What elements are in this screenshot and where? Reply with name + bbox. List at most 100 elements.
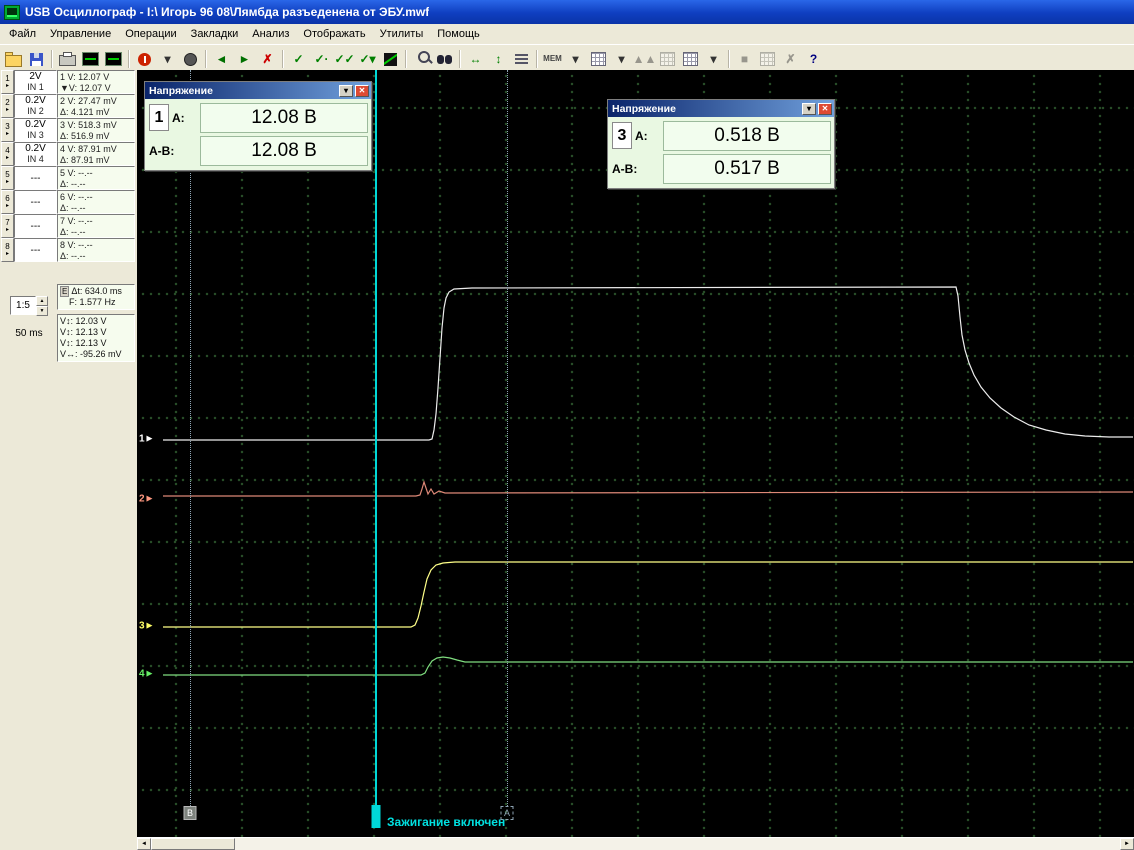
menu-item-7[interactable]: Утилиты bbox=[373, 26, 431, 42]
voltage-panel-2-ab-value: 0.517 В bbox=[663, 154, 831, 184]
compression-spin-buttons: ▲ ▼ bbox=[36, 296, 48, 315]
sidebar-lower-right: E Δt: 634.0 ms F: 1.577 Hz V↕: 12.03 VV↕… bbox=[57, 262, 135, 362]
spin-up-icon[interactable]: ▲ bbox=[36, 296, 48, 306]
channel-8-range-cell[interactable]: --- bbox=[14, 238, 57, 262]
diagonal-tool-button-icon bbox=[384, 53, 397, 66]
delete-bookmark-button[interactable]: ✗ bbox=[256, 48, 279, 70]
voltmeter-panel-button[interactable] bbox=[79, 48, 102, 70]
record-button[interactable] bbox=[179, 48, 202, 70]
channel-4-button[interactable]: 4▸ bbox=[1, 142, 14, 166]
channel-7-range-cell[interactable]: --- bbox=[14, 214, 57, 238]
channel-7-expand-icon: ▸ bbox=[6, 227, 9, 233]
stop-acquisition-button[interactable] bbox=[133, 48, 156, 70]
marker-a-line[interactable] bbox=[507, 70, 508, 806]
mem-button[interactable]: MEM bbox=[541, 48, 564, 70]
channel-5-button[interactable]: 5▸ bbox=[1, 166, 14, 190]
channel-8-delta: Δ: --.-- bbox=[60, 251, 134, 262]
verify-button[interactable]: ✓ bbox=[287, 48, 310, 70]
help-button[interactable]: ? bbox=[802, 48, 825, 70]
channel-6-button[interactable]: 6▸ bbox=[1, 190, 14, 214]
channel-1-button[interactable]: 1▸ bbox=[1, 70, 14, 94]
save-button[interactable] bbox=[25, 48, 48, 70]
channel-6-range-cell[interactable]: --- bbox=[14, 190, 57, 214]
scroll-left-button[interactable]: ◄ bbox=[137, 838, 151, 850]
channel-8-button[interactable]: 8▸ bbox=[1, 238, 14, 262]
voltage-panel-1-close-icon[interactable]: ✕ bbox=[355, 85, 369, 97]
channel-1-zero-marker[interactable]: 1► bbox=[139, 435, 154, 445]
channel-1-range-cell[interactable]: 2VIN 1 bbox=[14, 70, 57, 94]
verify-all-button[interactable]: ✓✓ bbox=[333, 48, 356, 70]
voltage-panel-2-collapse-icon[interactable]: ▾ bbox=[802, 103, 816, 115]
verify-single-button[interactable]: ✓· bbox=[310, 48, 333, 70]
report-button[interactable] bbox=[587, 48, 610, 70]
channel-7-button[interactable]: 7▸ bbox=[1, 214, 14, 238]
channel-5-range-cell[interactable]: --- bbox=[14, 166, 57, 190]
hscroll-thumb[interactable] bbox=[151, 838, 235, 850]
voltage-panel-1-collapse-icon[interactable]: ▾ bbox=[339, 85, 353, 97]
verify-options-button[interactable]: ✓▾ bbox=[356, 48, 379, 70]
voltage-panel-2-close-icon[interactable]: ✕ bbox=[818, 103, 832, 115]
next-bookmark-button[interactable]: ► bbox=[233, 48, 256, 70]
open-file-button[interactable] bbox=[2, 48, 25, 70]
channel-3-button[interactable]: 3▸ bbox=[1, 118, 14, 142]
table-options-caret[interactable]: ▾ bbox=[702, 48, 725, 70]
voltage-panel-2[interactable]: Напряжение ▾ ✕ 3 A: 0.518 В А-В: 0.517 В bbox=[607, 99, 835, 189]
scroll-right-button[interactable]: ► bbox=[1120, 838, 1134, 850]
channel-7-value: 7 V: --.-- bbox=[60, 216, 134, 227]
marker-a-handle[interactable]: А bbox=[501, 806, 514, 820]
diagonal-tool-button[interactable] bbox=[379, 48, 402, 70]
ignition-cursor-handle[interactable] bbox=[372, 805, 381, 828]
search-button[interactable] bbox=[433, 48, 456, 70]
frequency-value: F: 1.577 Hz bbox=[60, 297, 134, 308]
stop-options-caret[interactable]: ▾ bbox=[156, 48, 179, 70]
table-view-button[interactable] bbox=[679, 48, 702, 70]
channel-2-zero-marker[interactable]: 2► bbox=[139, 495, 154, 505]
channel-7-delta: Δ: --.-- bbox=[60, 227, 134, 238]
horizontal-scrollbar[interactable]: ◄ ► bbox=[137, 837, 1134, 850]
oscillogram-panel-button[interactable] bbox=[102, 48, 125, 70]
markers-list-button[interactable] bbox=[510, 48, 533, 70]
channel-2-button[interactable]: 2▸ bbox=[1, 94, 14, 118]
channel-3-zero-marker[interactable]: 3► bbox=[139, 622, 154, 632]
marker-b-handle[interactable]: В bbox=[184, 806, 197, 820]
channel-2-range-cell[interactable]: 0.2VIN 2 bbox=[14, 94, 57, 118]
toolbar-separator bbox=[459, 50, 461, 68]
compression-value[interactable]: 1:5 bbox=[10, 296, 36, 315]
menu-item-3[interactable]: Операции bbox=[118, 26, 183, 42]
marker-b-line[interactable] bbox=[190, 70, 191, 806]
menu-item-8[interactable]: Помощь bbox=[430, 26, 487, 42]
hscroll-track[interactable] bbox=[235, 838, 1120, 850]
stat-line-2: V↕: 12.13 V bbox=[60, 327, 134, 338]
voltage-panel-1[interactable]: Напряжение ▾ ✕ 1 A: 12.08 В А-В: 12.08 В bbox=[144, 81, 372, 171]
zoom-button[interactable] bbox=[410, 48, 433, 70]
channel-4-range-cell[interactable]: 0.2VIN 4 bbox=[14, 142, 57, 166]
channel-3-range-cell[interactable]: 0.2VIN 3 bbox=[14, 118, 57, 142]
mem-button-icon: MEM bbox=[543, 55, 562, 63]
timebase-label: 50 ms bbox=[15, 328, 42, 339]
oscillogram-panel-button-icon bbox=[105, 52, 122, 66]
prev-bookmark-button[interactable]: ◄ bbox=[210, 48, 233, 70]
scope-area[interactable]: 1►2►3►4►ВЗажигание включенА Напряжение ▾… bbox=[137, 70, 1134, 838]
voltage-panel-1-titlebar[interactable]: Напряжение ▾ ✕ bbox=[145, 82, 371, 99]
menu-item-1[interactable]: Файл bbox=[2, 26, 43, 42]
delta-t-value: Δt: 634.0 ms bbox=[71, 286, 122, 296]
menu-item-4[interactable]: Закладки bbox=[184, 26, 246, 42]
spin-down-icon[interactable]: ▼ bbox=[36, 306, 48, 316]
print-button[interactable] bbox=[56, 48, 79, 70]
channel-4-zero-marker[interactable]: 4► bbox=[139, 670, 154, 680]
voltage-panel-2-titlebar[interactable]: Напряжение ▾ ✕ bbox=[608, 100, 834, 117]
menu-item-5[interactable]: Анализ bbox=[245, 26, 296, 42]
channel-1-range: 2V bbox=[29, 71, 41, 82]
menu-item-6[interactable]: Отображать bbox=[296, 26, 372, 42]
channel-6-measurements: 6 V: --.--Δ: --.-- bbox=[57, 190, 135, 214]
compression-spinner[interactable]: 1:5 ▲ ▼ bbox=[10, 296, 48, 315]
report-options-caret[interactable]: ▾ bbox=[610, 48, 633, 70]
fit-horizontal-button[interactable]: ↔ bbox=[464, 48, 487, 70]
channel-6-number: 6 bbox=[5, 195, 9, 203]
verify-button-icon: ✓ bbox=[293, 53, 303, 65]
fit-vertical-button[interactable]: ↕ bbox=[487, 48, 510, 70]
menu-item-2[interactable]: Управление bbox=[43, 26, 118, 42]
ignition-cursor-line[interactable] bbox=[375, 70, 377, 805]
mem-options-caret[interactable]: ▾ bbox=[564, 48, 587, 70]
channel-row-7: 7▸---7 V: --.--Δ: --.-- bbox=[1, 214, 137, 238]
